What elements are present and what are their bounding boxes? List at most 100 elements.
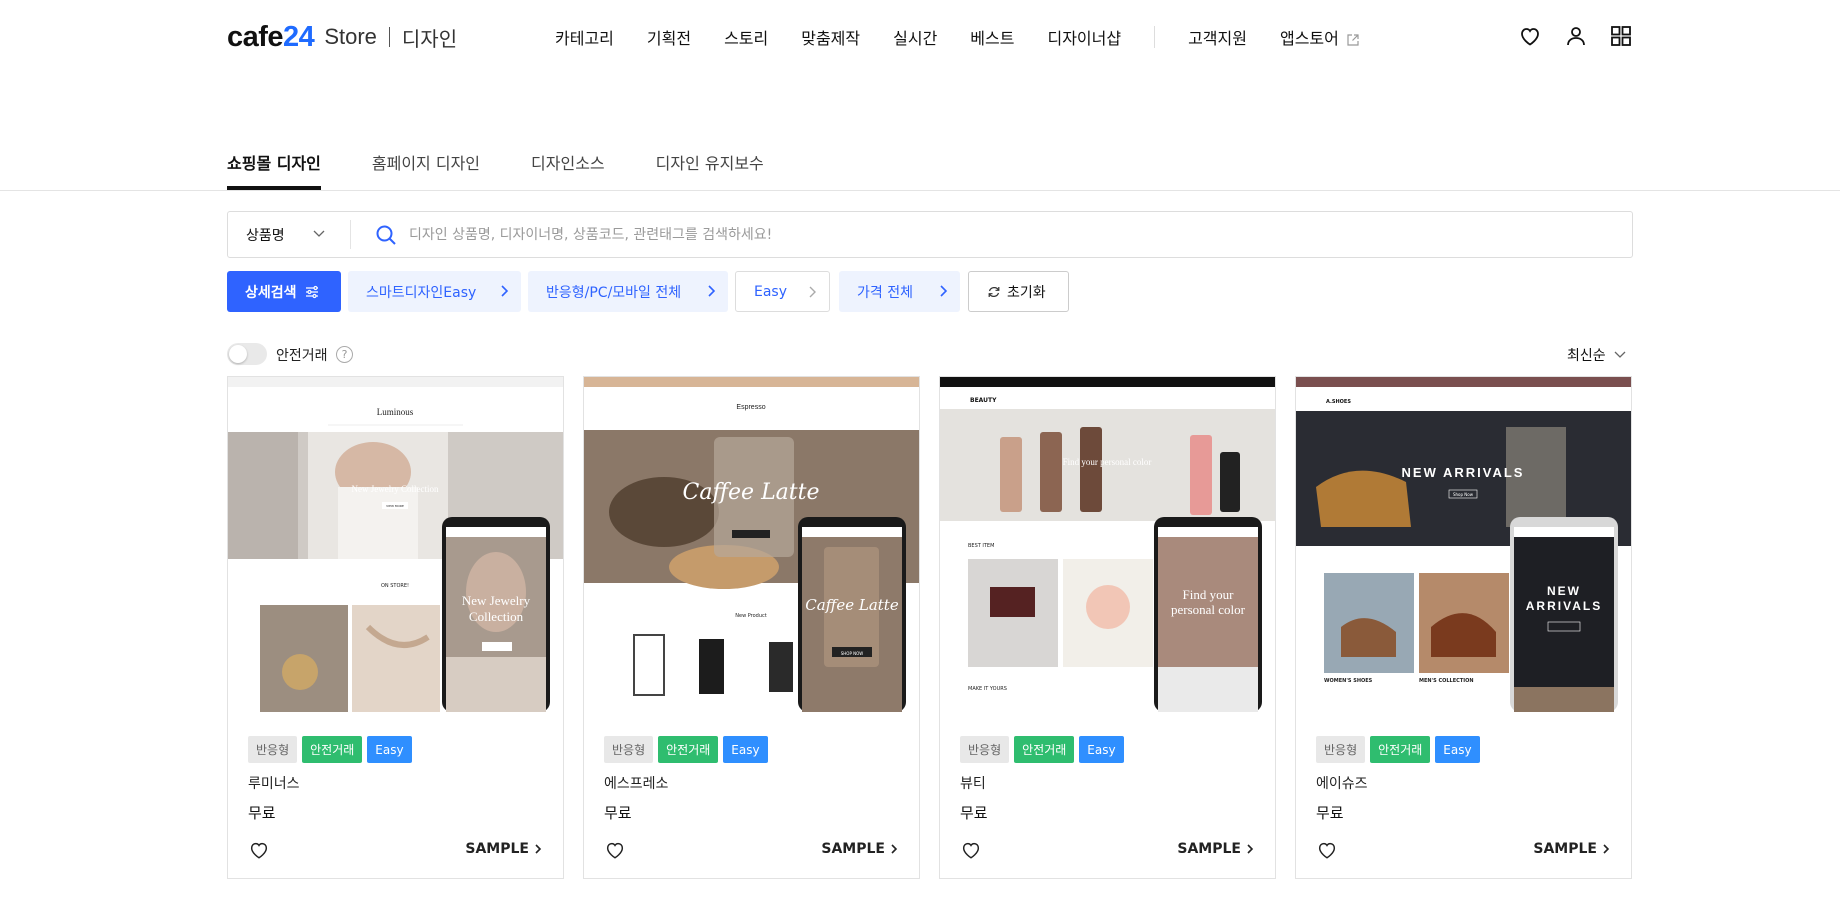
product-price: 무료	[1316, 804, 1344, 822]
main-nav: 카테고리 기획전 스토리 맞춤제작 실시간 베스트 디자이너샵 고객지원 앱스토…	[555, 24, 1359, 50]
easy-filter-label: Easy	[754, 283, 788, 300]
badge-responsive: 반응형	[1316, 736, 1366, 763]
device-filter-label: 반응형/PC/모바일 전체	[546, 284, 682, 301]
chevron-right-icon	[708, 285, 716, 297]
product-name[interactable]: 루미너스	[248, 773, 300, 793]
reset-button[interactable]: 초기화	[968, 271, 1069, 312]
nav-appstore[interactable]: 앱스토어	[1280, 25, 1359, 49]
cafe24-store-logo[interactable]: cafe 24 Store 디자인	[227, 20, 458, 53]
detail-search-label: 상세검색	[245, 284, 297, 301]
grid-icon[interactable]	[1609, 24, 1633, 48]
tab-shopping-mall-design[interactable]: 쇼핑몰 디자인	[227, 150, 321, 191]
logo-24: 24	[283, 20, 315, 53]
chevron-down-icon[interactable]	[312, 226, 326, 240]
badge-easy: Easy	[1435, 736, 1480, 763]
sample-link[interactable]: SAMPLE	[465, 841, 543, 857]
espresso-preview-image: Espresso Caffee Latte New Product Caffee…	[584, 377, 919, 712]
nav-story[interactable]: 스토리	[724, 25, 768, 49]
chevron-down-icon[interactable]	[1613, 347, 1627, 361]
sort-select[interactable]: 최신순	[1567, 345, 1606, 365]
product-card[interactable]: Luminous New Jewelry Collection VIEW MOR…	[227, 376, 564, 879]
badge-responsive: 반응형	[604, 736, 654, 763]
nav-custom[interactable]: 맞춤제작	[801, 25, 860, 49]
detail-search-button[interactable]: 상세검색	[227, 271, 341, 312]
external-link-icon	[1347, 33, 1359, 46]
badge-safe-trade: 안전거래	[302, 736, 363, 763]
nav-category[interactable]: 카테고리	[555, 25, 614, 49]
nav-designer-shop[interactable]: 디자이너샵	[1047, 25, 1121, 49]
sample-label: SAMPLE	[465, 841, 529, 857]
badge-group: 반응형 안전거래 Easy	[604, 736, 773, 763]
luminous-brand: Luminous	[377, 407, 414, 417]
nav-appstore-label: 앱스토어	[1279, 29, 1339, 48]
safe-trade-label: 안전거래	[276, 348, 328, 364]
search-type-select[interactable]: 상품명	[246, 225, 285, 245]
help-icon[interactable]: ?	[336, 346, 353, 363]
logo-cafe: cafe	[227, 20, 284, 53]
espresso-mobile-button: SHOP NOW	[841, 651, 864, 656]
badge-safe-trade: 안전거래	[658, 736, 719, 763]
espresso-hero-title: Caffee Latte	[683, 480, 820, 505]
smart-design-label: 스마트디자인Easy	[366, 284, 477, 301]
user-icon[interactable]	[1564, 24, 1588, 48]
product-card[interactable]: A.SHOES NEW ARRIVALS Shop Now WOMEN'S SH…	[1295, 376, 1632, 879]
logo-design: 디자인	[401, 26, 458, 51]
product-name[interactable]: 뷰티	[960, 773, 986, 793]
product-price: 무료	[960, 804, 988, 822]
badge-responsive: 반응형	[248, 736, 298, 763]
price-filter[interactable]: 가격 전체	[839, 271, 960, 312]
badge-safe-trade: 안전거래	[1370, 736, 1431, 763]
heart-icon[interactable]	[604, 839, 626, 861]
sample-link[interactable]: SAMPLE	[1177, 841, 1255, 857]
search-icon[interactable]	[374, 223, 398, 247]
ashoes-hero-button: Shop Now	[1453, 492, 1474, 497]
badge-easy: Easy	[367, 736, 412, 763]
badge-responsive: 반응형	[960, 736, 1010, 763]
product-name[interactable]: 에이슈즈	[1316, 773, 1368, 793]
heart-icon[interactable]	[960, 839, 982, 861]
badge-easy: Easy	[1079, 736, 1124, 763]
luminous-section-title: ON STORE!	[381, 583, 409, 589]
nav-realtime[interactable]: 실시간	[893, 25, 937, 49]
tab-underline	[0, 190, 1840, 191]
sample-label: SAMPLE	[1177, 841, 1241, 857]
sample-link[interactable]: SAMPLE	[821, 841, 899, 857]
easy-filter[interactable]: Easy	[735, 271, 830, 312]
product-thumbnail-ashoes[interactable]: A.SHOES NEW ARRIVALS Shop Now WOMEN'S SH…	[1296, 377, 1631, 712]
price-filter-label: 가격 전체	[857, 284, 913, 301]
product-thumbnail-beauty[interactable]: BEAUTY Find your personal color BEST ITE…	[940, 377, 1275, 712]
product-thumbnail-espresso[interactable]: Espresso Caffee Latte New Product Caffee…	[584, 377, 919, 712]
luminous-hero-title: New Jewelry Collection	[352, 484, 439, 494]
beauty-brand: BEAUTY	[970, 397, 997, 404]
heart-icon[interactable]	[1316, 839, 1338, 861]
heart-icon[interactable]	[1518, 24, 1542, 48]
chevron-right-icon	[535, 844, 542, 854]
badge-safe-trade: 안전거래	[1014, 736, 1075, 763]
chevron-right-icon	[891, 844, 898, 854]
product-price: 무료	[248, 804, 276, 822]
device-filter[interactable]: 반응형/PC/모바일 전체	[528, 271, 728, 312]
sliders-icon	[305, 285, 318, 298]
search-bar: 상품명	[227, 211, 1633, 258]
tab-design-maintenance[interactable]: 디자인 유지보수	[656, 150, 764, 191]
smart-design-filter[interactable]: 스마트디자인Easy	[348, 271, 521, 312]
product-thumbnail-luminous[interactable]: Luminous New Jewelry Collection VIEW MOR…	[228, 377, 563, 712]
sample-label: SAMPLE	[821, 841, 885, 857]
product-name[interactable]: 에스프레소	[604, 773, 668, 793]
nav-best[interactable]: 베스트	[970, 25, 1014, 49]
product-card[interactable]: BEAUTY Find your personal color BEST ITE…	[939, 376, 1276, 879]
tab-design-source[interactable]: 디자인소스	[531, 150, 605, 191]
beauty-preview-image: BEAUTY Find your personal color BEST ITE…	[940, 377, 1275, 712]
nav-exhibition[interactable]: 기획전	[647, 25, 691, 49]
tab-homepage-design[interactable]: 홈페이지 디자인	[372, 150, 480, 191]
product-card[interactable]: Espresso Caffee Latte New Product Caffee…	[583, 376, 920, 879]
search-input[interactable]	[409, 220, 1609, 250]
nav-support[interactable]: 고객지원	[1188, 25, 1247, 49]
sample-link[interactable]: SAMPLE	[1533, 841, 1611, 857]
chevron-right-icon	[1247, 844, 1254, 854]
refresh-icon	[988, 286, 1000, 297]
beauty-section2-title: MAKE IT YOURS	[968, 686, 1007, 692]
heart-icon[interactable]	[248, 839, 270, 861]
safe-trade-toggle[interactable]	[227, 343, 267, 365]
chevron-right-icon	[501, 285, 509, 297]
